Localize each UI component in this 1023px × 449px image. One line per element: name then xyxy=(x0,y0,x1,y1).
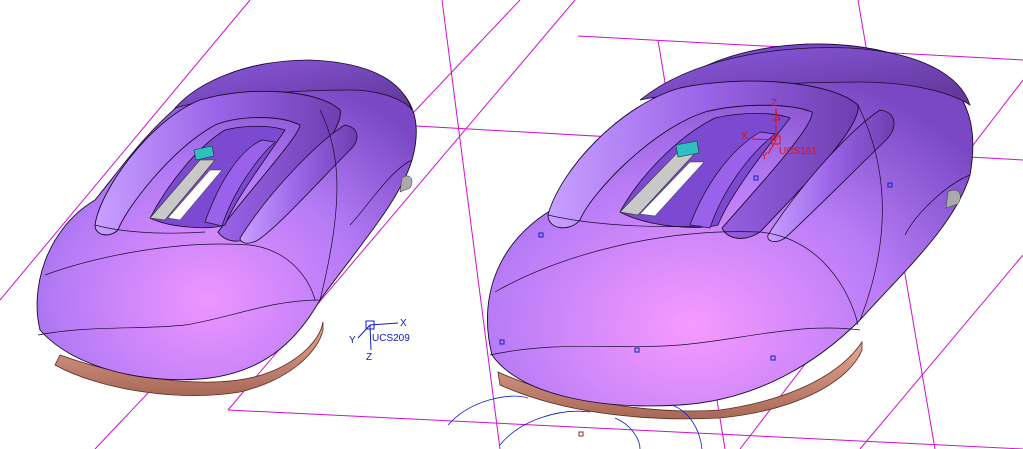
left-mouse-model[interactable] xyxy=(36,59,417,396)
ucs-left-y-label: Y xyxy=(349,335,356,346)
ucs-left-x-label: X xyxy=(400,318,407,329)
ucs-left-z-label: Z xyxy=(366,352,372,363)
ucs-left-name: UCS209 xyxy=(372,333,410,344)
ucs-right-y-label: Y xyxy=(761,151,768,162)
ucs-left[interactable]: X Y Z UCS209 xyxy=(349,318,410,363)
ucs-right-x-label: X xyxy=(741,131,748,142)
ucs-right-z-label: Z xyxy=(771,98,777,109)
right-mouse-model[interactable] xyxy=(447,43,974,449)
cad-viewport[interactable]: X Y Z UCS209 X Y Z UCS161 xyxy=(0,0,1023,449)
ucs-right-name: UCS161 xyxy=(779,146,817,157)
